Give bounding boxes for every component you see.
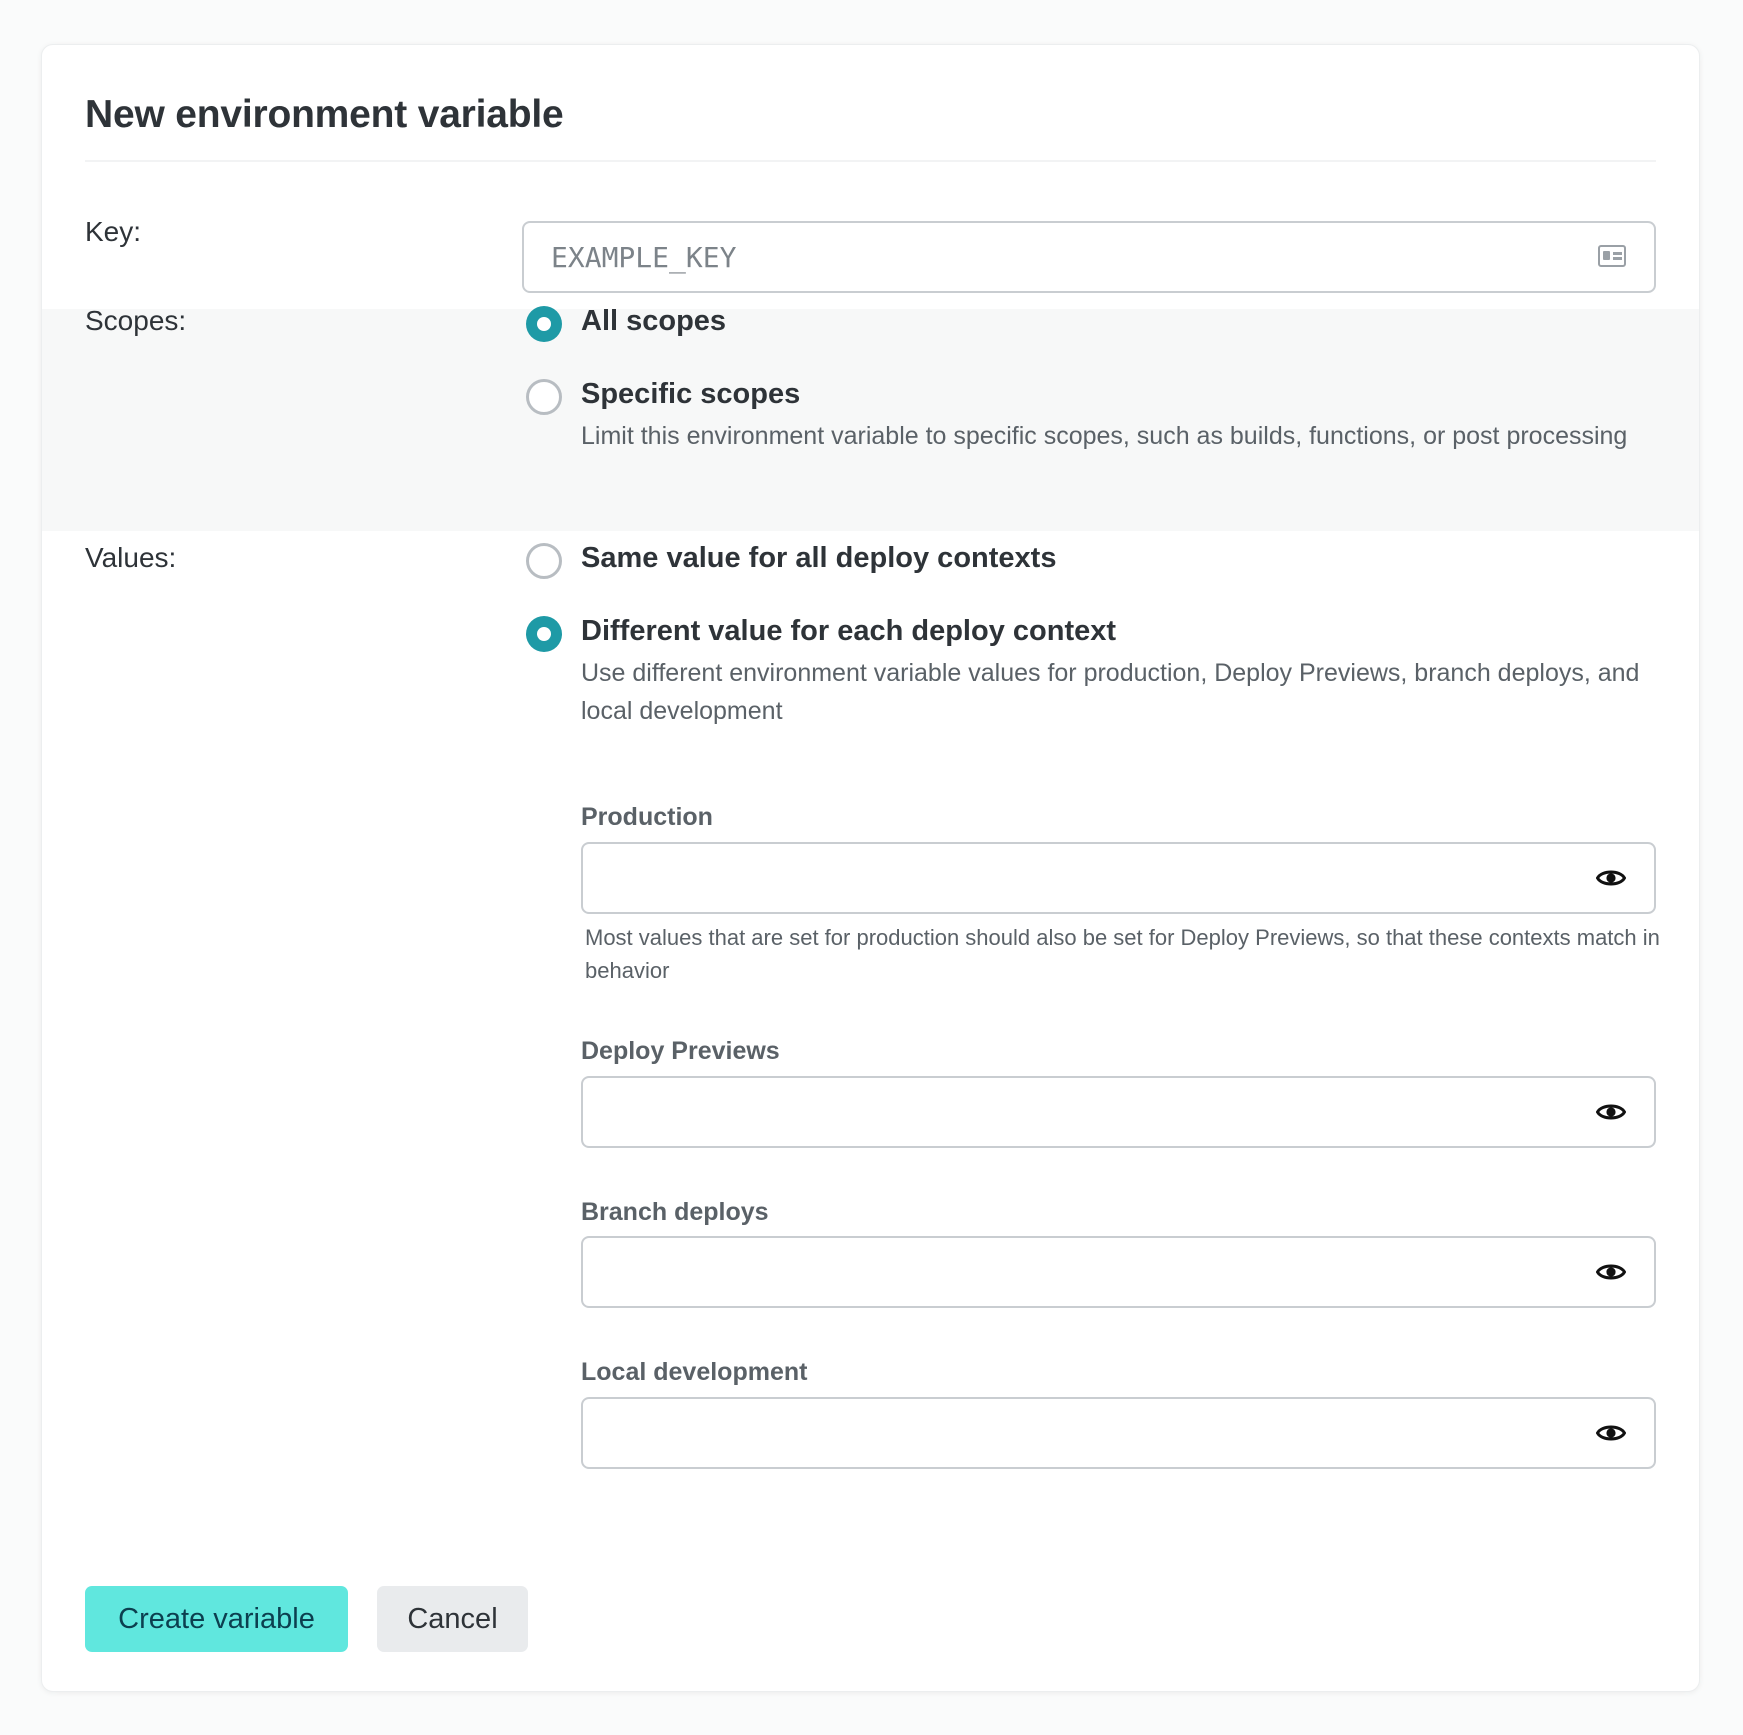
- local-development-label: Local development: [581, 1358, 808, 1386]
- cancel-button[interactable]: Cancel: [377, 1586, 528, 1652]
- deploy-previews-value-input[interactable]: [581, 1076, 1656, 1148]
- specific-scopes-description: Limit this environment variable to speci…: [581, 422, 1628, 450]
- different-value-description: Use different environment variable value…: [581, 659, 1640, 725]
- dialog-title: New environment variable: [85, 93, 564, 136]
- specific-scopes-label[interactable]: Specific scopes: [581, 378, 800, 411]
- production-value-input[interactable]: [581, 842, 1656, 914]
- production-label: Production: [581, 803, 713, 831]
- new-env-variable-dialog: New environment variable Key: EXAMPLE_KE…: [41, 44, 1700, 1692]
- show-value-eye-icon[interactable]: [1596, 1261, 1626, 1283]
- key-label: Key:: [85, 216, 142, 247]
- different-value-label[interactable]: Different value for each deploy context: [581, 615, 1116, 648]
- contact-card-icon[interactable]: [1598, 245, 1626, 267]
- branch-deploys-value-input[interactable]: [581, 1236, 1656, 1308]
- show-value-eye-icon[interactable]: [1596, 1422, 1626, 1444]
- different-value-radio[interactable]: [526, 616, 562, 652]
- create-variable-button[interactable]: Create variable: [85, 1586, 348, 1652]
- all-scopes-label[interactable]: All scopes: [581, 305, 726, 338]
- title-divider: [85, 160, 1656, 162]
- key-input[interactable]: EXAMPLE_KEY: [522, 221, 1656, 293]
- values-label: Values:: [85, 542, 177, 573]
- deploy-previews-label: Deploy Previews: [581, 1037, 780, 1065]
- production-help-text: Most values that are set for production …: [585, 925, 1660, 983]
- scopes-label: Scopes:: [85, 305, 187, 336]
- same-value-label[interactable]: Same value for all deploy contexts: [581, 542, 1056, 575]
- specific-scopes-radio[interactable]: [526, 379, 562, 415]
- local-development-value-input[interactable]: [581, 1397, 1656, 1469]
- show-value-eye-icon[interactable]: [1596, 867, 1626, 889]
- same-value-radio[interactable]: [526, 543, 562, 579]
- key-input-placeholder: EXAMPLE_KEY: [551, 241, 737, 274]
- all-scopes-radio[interactable]: [526, 306, 562, 342]
- branch-deploys-label: Branch deploys: [581, 1198, 769, 1226]
- show-value-eye-icon[interactable]: [1596, 1101, 1626, 1123]
